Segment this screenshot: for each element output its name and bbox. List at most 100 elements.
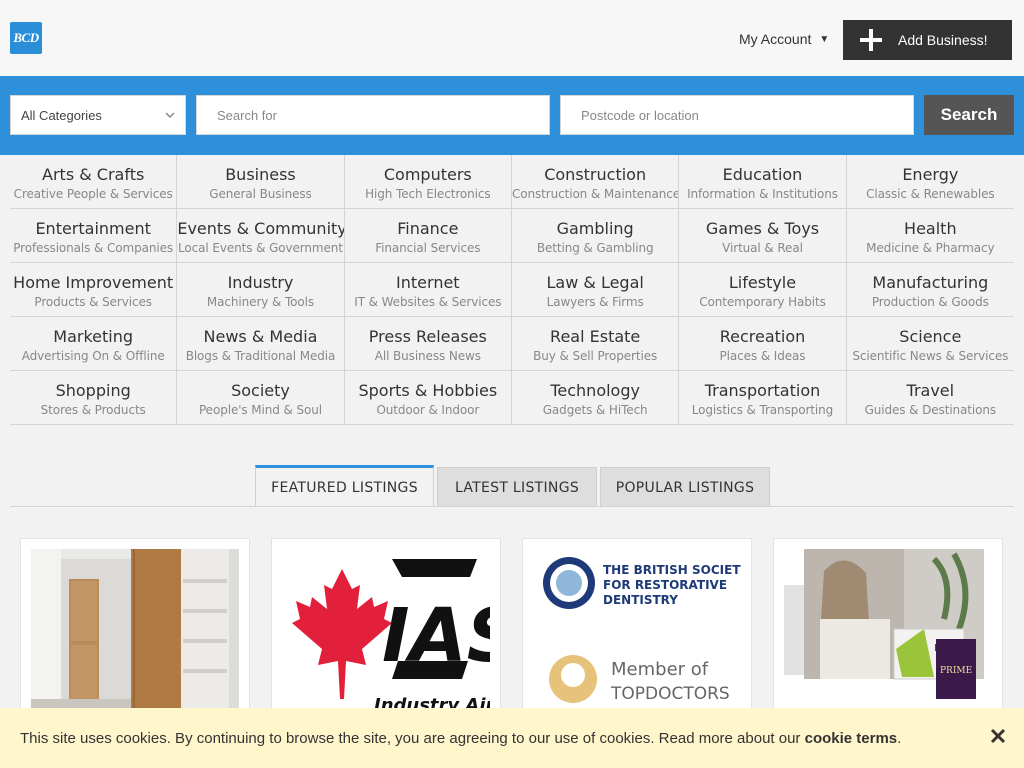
category-item[interactable]: Press Releases All Business News (344, 317, 512, 371)
category-item[interactable]: Transportation Logistics & Transporting (679, 371, 847, 425)
listing-card[interactable]: THE BRITISH SOCIETY FOR RESTORATIVE DENT… (522, 538, 752, 718)
category-title: Home Improvement (13, 273, 174, 292)
svg-text:TOPDOCTORS: TOPDOCTORS (610, 684, 730, 704)
category-subtitle: Gadgets & HiTech (542, 403, 648, 417)
category-item[interactable]: Events & Community Local Events & Governm… (177, 209, 345, 263)
category-item[interactable]: Games & Toys Virtual & Real (679, 209, 847, 263)
header: BCD My Account ▼ Add Business! (0, 0, 1024, 76)
my-account-label: My Account (739, 31, 812, 47)
cookie-text: This site uses cookies. By continuing to… (20, 729, 902, 747)
add-business-button[interactable]: Add Business! (843, 20, 1012, 60)
category-subtitle: All Business News (374, 349, 481, 363)
close-icon[interactable] (990, 728, 1006, 744)
category-subtitle: Information & Institutions (687, 187, 838, 201)
category-subtitle: Scientific News & Services (852, 349, 1009, 363)
category-item[interactable]: Arts & Crafts Creative People & Services (10, 155, 178, 209)
category-item[interactable]: Gambling Betting & Gambling (511, 209, 680, 263)
listing-tabs: FEATURED LISTINGS LATEST LISTINGS POPULA… (0, 465, 1024, 507)
category-item[interactable]: Marketing Advertising On & Offline (10, 317, 178, 371)
site-logo[interactable]: BCD (10, 22, 42, 54)
category-title: Shopping (55, 381, 131, 400)
category-item[interactable]: Industry Machinery & Tools (177, 263, 345, 317)
add-business-label: Add Business! (898, 32, 988, 48)
category-title: News & Media (203, 327, 318, 346)
category-subtitle: General Business (209, 187, 312, 201)
tab-latest-listings[interactable]: LATEST LISTINGS (437, 467, 597, 507)
category-subtitle: Stores & Products (40, 403, 146, 417)
category-item[interactable]: Computers High Tech Electronics (344, 155, 512, 209)
category-subtitle: People's Mind & Soul (198, 403, 322, 417)
caret-down-icon: ▼ (819, 33, 830, 45)
category-item[interactable]: Manufacturing Production & Goods (846, 263, 1014, 317)
category-item[interactable]: Education Information & Institutions (679, 155, 847, 209)
category-subtitle: Contemporary Habits (699, 295, 826, 309)
category-title: Health (904, 219, 957, 238)
category-title: Real Estate (550, 327, 641, 346)
category-title: Entertainment (35, 219, 151, 238)
category-item[interactable]: Shopping Stores & Products (10, 371, 178, 425)
category-item[interactable]: Home Improvement Products & Services (10, 263, 178, 317)
category-subtitle: Construction & Maintenance (511, 187, 680, 201)
category-item[interactable]: Sports & Hobbies Outdoor & Indoor (344, 371, 512, 425)
listing-card[interactable]: PRIME PRIME (773, 538, 1003, 718)
category-title: Law & Legal (546, 273, 644, 292)
location-input[interactable]: Postcode or location (560, 95, 914, 135)
category-item[interactable]: Entertainment Professionals & Companies (10, 209, 178, 263)
category-title: Business (225, 165, 296, 184)
category-item[interactable]: Real Estate Buy & Sell Properties (511, 317, 680, 371)
category-item[interactable]: Society People's Mind & Soul (177, 371, 345, 425)
category-title: Press Releases (368, 327, 487, 346)
svg-text:FOR RESTORATIVE: FOR RESTORATIVE (603, 578, 727, 592)
category-title: Internet (396, 273, 460, 292)
bsrd-logo: THE BRITISH SOCIETY FOR RESTORATIVE DENT… (533, 549, 741, 717)
category-item[interactable]: Business General Business (177, 155, 345, 209)
category-title: Recreation (719, 327, 806, 346)
category-title: Events & Community (177, 219, 345, 238)
category-title: Transportation (704, 381, 821, 400)
search-input[interactable]: Search for (196, 95, 550, 135)
category-item[interactable]: Recreation Places & Ideas (679, 317, 847, 371)
category-subtitle: IT & Websites & Services (354, 295, 502, 309)
category-item[interactable]: Lifestyle Contemporary Habits (679, 263, 847, 317)
wardrobe-photo (31, 549, 239, 717)
category-title: Science (899, 327, 962, 346)
category-title: Finance (397, 219, 459, 238)
tabs-divider (10, 506, 1014, 507)
cookie-notice: This site uses cookies. By continuing to… (0, 708, 1024, 768)
category-subtitle: Betting & Gambling (536, 241, 654, 255)
category-title: Games & Toys (705, 219, 820, 238)
tab-featured-listings[interactable]: FEATURED LISTINGS (255, 465, 434, 507)
category-item[interactable]: Technology Gadgets & HiTech (511, 371, 680, 425)
category-title: Industry (227, 273, 294, 292)
category-item[interactable]: News & Media Blogs & Traditional Media (177, 317, 345, 371)
listing-card[interactable] (20, 538, 250, 718)
category-item[interactable]: Finance Financial Services (344, 209, 512, 263)
category-item[interactable]: Energy Classic & Renewables (846, 155, 1014, 209)
tab-popular-listings[interactable]: POPULAR LISTINGS (600, 467, 770, 507)
search-button[interactable]: Search (924, 95, 1014, 135)
my-account-menu[interactable]: My Account ▼ (739, 31, 829, 47)
category-subtitle: Financial Services (375, 241, 481, 255)
category-item[interactable]: Construction Construction & Maintenance (511, 155, 680, 209)
category-title: Sports & Hobbies (358, 381, 498, 400)
category-title: Construction (544, 165, 647, 184)
category-title: Lifestyle (728, 273, 797, 292)
category-select[interactable]: All Categories (10, 95, 186, 135)
category-item[interactable]: Internet IT & Websites & Services (344, 263, 512, 317)
category-subtitle: Medicine & Pharmacy (866, 241, 995, 255)
category-subtitle: Machinery & Tools (206, 295, 315, 309)
listing-card[interactable]: IAS Industry Air (271, 538, 501, 718)
chevron-down-icon (165, 112, 175, 119)
category-title: Technology (550, 381, 640, 400)
category-item[interactable]: Health Medicine & Pharmacy (846, 209, 1014, 263)
category-item[interactable]: Science Scientific News & Services (846, 317, 1014, 371)
category-title: Energy (902, 165, 959, 184)
category-subtitle: Buy & Sell Properties (533, 349, 658, 363)
search-input-placeholder: Search for (217, 107, 277, 123)
category-item[interactable]: Travel Guides & Destinations (846, 371, 1014, 425)
svg-text:Member of: Member of (611, 659, 709, 680)
svg-text:PRIME: PRIME (940, 666, 972, 676)
category-item[interactable]: Law & Legal Lawyers & Firms (511, 263, 680, 317)
cookie-terms-link[interactable]: cookie terms (805, 730, 898, 747)
plus-icon (843, 29, 898, 51)
